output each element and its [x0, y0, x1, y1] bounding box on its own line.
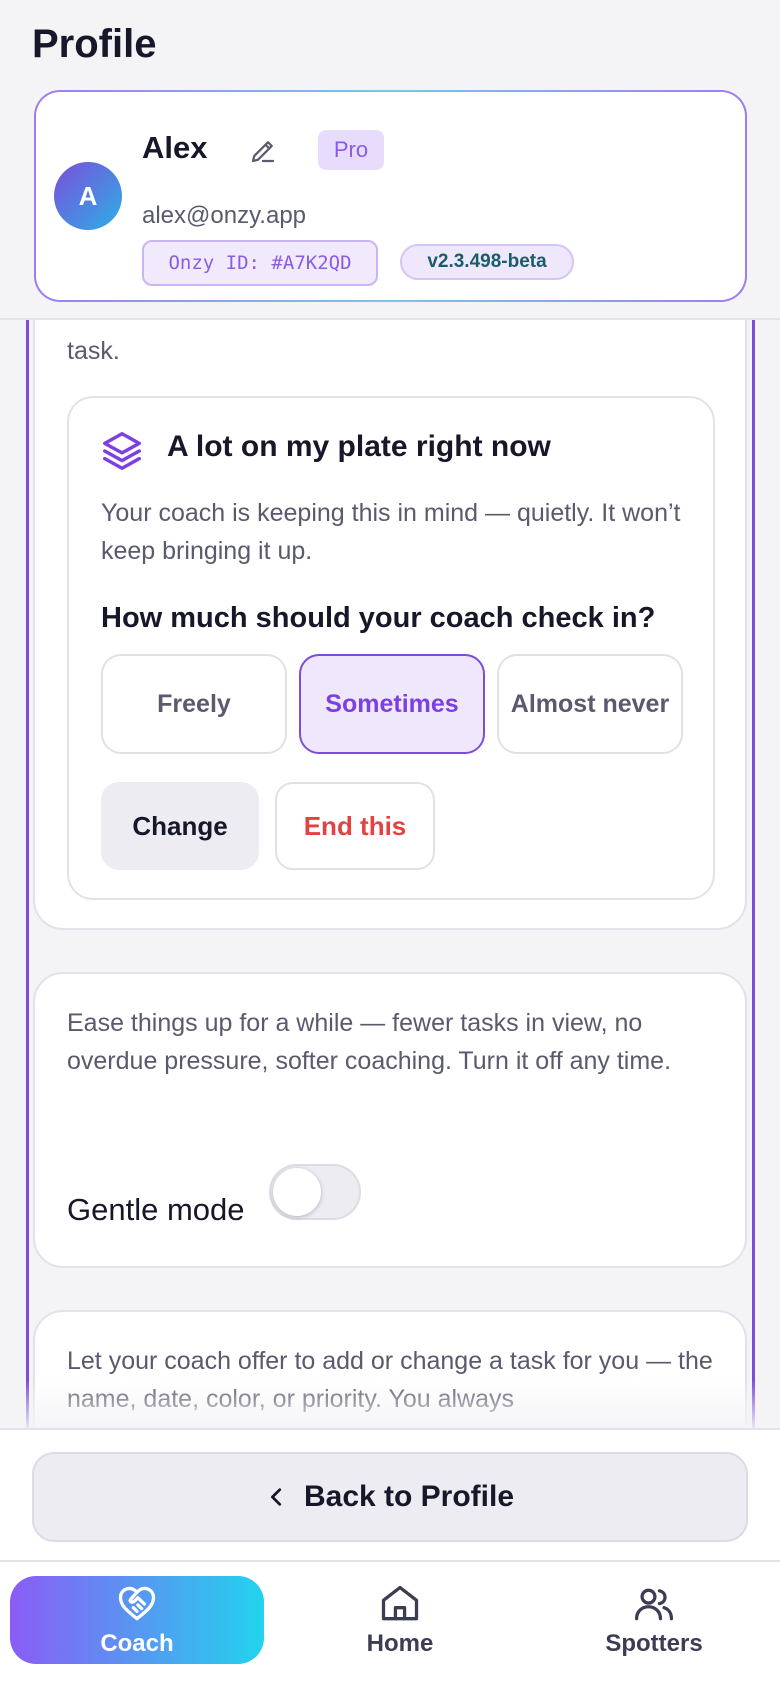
plate-card: task. A lot on my plate right now Your c…: [33, 250, 747, 930]
profile-card: A Alex Pro alex@onzy.app Onzy ID: #A7K2Q…: [34, 90, 747, 302]
back-button-label: Back to Profile: [303, 1480, 515, 1513]
toggle-knob: [273, 1168, 321, 1216]
gentle-mode-toggle[interactable]: [269, 1164, 361, 1220]
chevron-left-icon: [271, 1488, 282, 1506]
option-freely-button[interactable]: Freely: [101, 654, 287, 754]
tab-bar: Coach Home Spotters: [0, 1560, 780, 1688]
gentle-mode-label: Gentle mode: [67, 1192, 245, 1227]
tab-spotters-label: Spotters: [605, 1630, 703, 1657]
gentle-mode-card: Ease things up for a while — fewer tasks…: [33, 972, 747, 1268]
option-sometimes-button[interactable]: Sometimes: [299, 654, 485, 754]
plate-description: Your coach is keeping this in mind — qui…: [101, 499, 681, 565]
back-to-profile-button[interactable]: Back to Profile: [32, 1452, 748, 1542]
tab-coach-label: Coach: [100, 1630, 174, 1657]
check-in-question: How much should your coach check in?: [101, 602, 656, 634]
plate-card-partial-text: task.: [67, 337, 120, 365]
profile-header: Profile A Alex Pro alex@onzy.app Onzy ID…: [0, 0, 780, 320]
version-badge: v2.3.498-beta: [400, 244, 574, 280]
layers-icon: [103, 432, 141, 470]
tab-home[interactable]: Home: [320, 1576, 480, 1664]
page-title: Profile: [32, 22, 157, 66]
scroll-fade: [0, 1380, 780, 1428]
home-icon: [381, 1585, 419, 1621]
users-icon: [634, 1588, 674, 1621]
tab-spotters[interactable]: Spotters: [574, 1576, 734, 1664]
onzy-id-badge[interactable]: Onzy ID: #A7K2QD: [142, 240, 378, 286]
plate-title: A lot on my plate right now: [167, 430, 551, 463]
change-button[interactable]: Change: [101, 782, 259, 870]
plate-status-card: A lot on my plate right now Your coach i…: [67, 396, 715, 900]
end-this-button[interactable]: End this: [275, 782, 435, 870]
pencil-icon[interactable]: [248, 136, 278, 166]
user-email: alex@onzy.app: [142, 202, 307, 229]
plan-badge: Pro: [318, 130, 384, 170]
tab-coach[interactable]: Coach: [10, 1576, 264, 1664]
gentle-mode-description: Ease things up for a while — fewer tasks…: [67, 1009, 672, 1075]
user-name: Alex: [142, 130, 208, 165]
tab-home-label: Home: [366, 1630, 434, 1657]
heart-handshake-icon: [118, 1586, 156, 1621]
avatar: A: [54, 162, 122, 230]
option-almost-never-button[interactable]: Almost never: [497, 654, 683, 754]
back-bar: Back to Profile: [0, 1428, 780, 1560]
